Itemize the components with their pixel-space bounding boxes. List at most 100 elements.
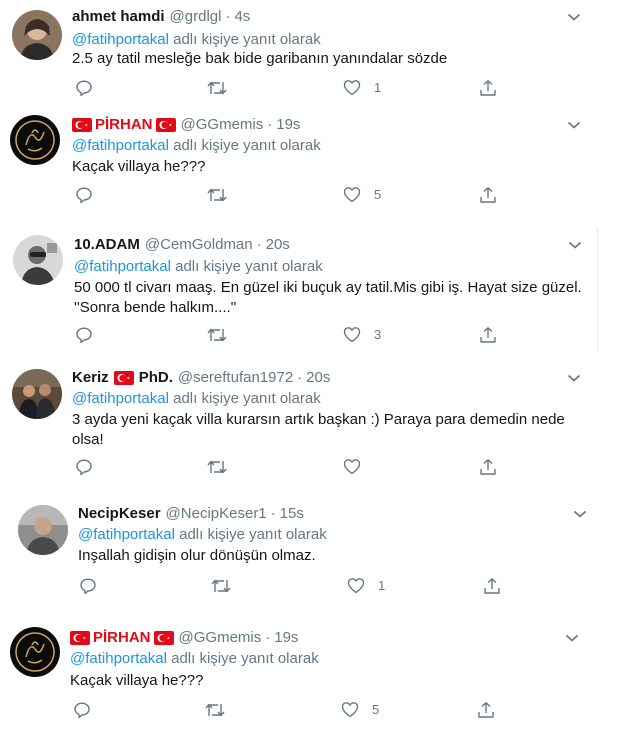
retweet-button[interactable] <box>206 458 228 476</box>
retweet-icon <box>211 579 231 593</box>
reply-context-text: adlı kişiye yanıt olarak <box>171 650 319 667</box>
like-button[interactable] <box>343 458 374 475</box>
tweet[interactable]: 10.ADAM @CemGoldman · 20s @fatihportakal… <box>0 228 630 358</box>
timestamp[interactable]: 4s <box>234 8 250 25</box>
like-button[interactable]: 3 <box>343 326 381 343</box>
timestamp[interactable]: 19s <box>276 116 300 133</box>
user-handle[interactable]: @sereftufan1972 <box>178 369 293 386</box>
avatar[interactable] <box>12 369 62 419</box>
like-count: 5 <box>372 702 380 717</box>
chevron-down-icon[interactable] <box>567 373 581 383</box>
reply-icon <box>80 578 96 595</box>
avatar[interactable] <box>12 10 62 60</box>
separator-dot: · <box>265 629 271 646</box>
chevron-down-icon[interactable] <box>567 12 581 22</box>
user-handle[interactable]: @GGmemis <box>179 629 262 646</box>
retweet-button[interactable] <box>204 701 226 719</box>
retweet-button[interactable] <box>206 79 228 97</box>
share-icon <box>480 327 496 343</box>
reply-mention-link[interactable]: @fatihportakal <box>74 258 171 275</box>
tweet[interactable]: Keriz PhD. @sereftufan1972 · 20s @fatihp… <box>0 358 630 496</box>
tweet-text-line: Kaçak villaya he??? <box>70 672 204 689</box>
retweet-icon <box>207 328 227 342</box>
tweet-text: Kaçak villaya he??? <box>70 671 203 691</box>
like-icon <box>343 327 361 343</box>
reply-icon <box>74 702 90 719</box>
turkish-flag-icon <box>113 370 134 385</box>
timestamp[interactable]: 15s <box>280 505 304 522</box>
user-handle[interactable]: @grdlgl <box>170 8 222 25</box>
separator-dot: · <box>256 236 262 253</box>
like-count: 1 <box>378 578 386 593</box>
like-button[interactable]: 1 <box>347 577 385 594</box>
reply-context-text: adlı kişiye yanıt olarak <box>175 258 323 275</box>
display-name[interactable]: ahmet hamdi <box>72 8 165 25</box>
avatar[interactable] <box>10 627 60 677</box>
reply-mention-link[interactable]: @fatihportakal <box>72 31 169 48</box>
share-icon <box>480 187 496 203</box>
chevron-down-icon[interactable] <box>568 240 582 250</box>
like-button[interactable]: 5 <box>343 186 381 203</box>
tweet-text-line: 3 ayda yeni kaçak villa kurarsın artık b… <box>72 411 565 428</box>
like-icon <box>347 578 365 594</box>
reply-button[interactable] <box>75 326 93 344</box>
chevron-down-icon[interactable] <box>565 633 579 643</box>
chevron-down-icon[interactable] <box>567 120 581 130</box>
timestamp[interactable]: 20s <box>306 369 330 386</box>
reply-mention-link[interactable]: @fatihportakal <box>72 137 169 154</box>
user-handle[interactable]: @CemGoldman <box>145 236 253 253</box>
reply-icon <box>76 80 92 97</box>
user-handle[interactable]: @NecipKeser1 <box>166 505 267 522</box>
separator-dot: · <box>297 369 303 386</box>
tweet[interactable]: ahmet hamdi @grdlgl · 4s @fatihportakal … <box>0 0 630 110</box>
display-name[interactable]: 10.ADAM <box>74 236 140 253</box>
display-name[interactable]: Keriz <box>72 369 109 386</box>
reply-mention-link[interactable]: @fatihportakal <box>78 526 175 543</box>
reply-context-text: adlı kişiye yanıt olarak <box>179 526 327 543</box>
display-name[interactable]: NecipKeser <box>78 505 161 522</box>
chevron-down-icon[interactable] <box>573 509 587 519</box>
reply-mention-link[interactable]: @fatihportakal <box>72 390 169 407</box>
avatar[interactable] <box>10 115 60 165</box>
retweet-button[interactable] <box>206 326 228 344</box>
reply-button[interactable] <box>75 79 93 97</box>
avatar[interactable] <box>13 235 63 285</box>
like-button[interactable]: 5 <box>341 701 379 718</box>
share-button[interactable] <box>479 79 497 97</box>
reply-context-text: adlı kişiye yanıt olarak <box>173 31 321 48</box>
tweet-text: Kaçak villaya he??? <box>72 157 205 177</box>
separator-dot: · <box>267 116 273 133</box>
display-name[interactable]: PİRHAN <box>93 629 151 646</box>
display-name[interactable]: PİRHAN <box>95 116 153 133</box>
tweet-text-line: 50 000 tl civarı maaş. En güzel iki buçu… <box>74 279 582 296</box>
turkish-flag-icon <box>153 630 174 645</box>
like-button[interactable]: 1 <box>343 79 381 96</box>
reply-button[interactable] <box>75 458 93 476</box>
share-button[interactable] <box>479 186 497 204</box>
reply-icon <box>76 459 92 476</box>
retweet-button[interactable] <box>210 577 232 595</box>
avatar[interactable] <box>18 505 68 555</box>
share-button[interactable] <box>479 326 497 344</box>
user-handle[interactable]: @GGmemis <box>181 116 264 133</box>
share-button[interactable] <box>477 701 495 719</box>
reply-button[interactable] <box>79 577 97 595</box>
tweet[interactable]: PİRHAN @GGmemis · 19s @fatihportakal adl… <box>0 620 630 729</box>
share-button[interactable] <box>483 577 501 595</box>
timestamp[interactable]: 19s <box>274 629 298 646</box>
retweet-icon <box>207 81 227 95</box>
tweet[interactable]: PİRHAN @GGmemis · 19s @fatihportakal adl… <box>0 110 630 228</box>
like-icon <box>341 702 359 718</box>
display-name-suffix[interactable]: PhD. <box>139 369 173 386</box>
tweet[interactable]: NecipKeser @NecipKeser1 · 15s @fatihport… <box>0 496 630 620</box>
like-count: 3 <box>374 327 382 342</box>
timestamp[interactable]: 20s <box>266 236 290 253</box>
retweet-icon <box>205 703 225 717</box>
retweet-button[interactable] <box>206 186 228 204</box>
reply-button[interactable] <box>75 186 93 204</box>
reply-mention-link[interactable]: @fatihportakal <box>70 650 167 667</box>
share-button[interactable] <box>479 458 497 476</box>
tweet-text: 2.5 ay tatil mesleğe bak bide garibanın … <box>72 49 447 69</box>
separator-dot: · <box>270 505 276 522</box>
reply-button[interactable] <box>73 701 91 719</box>
